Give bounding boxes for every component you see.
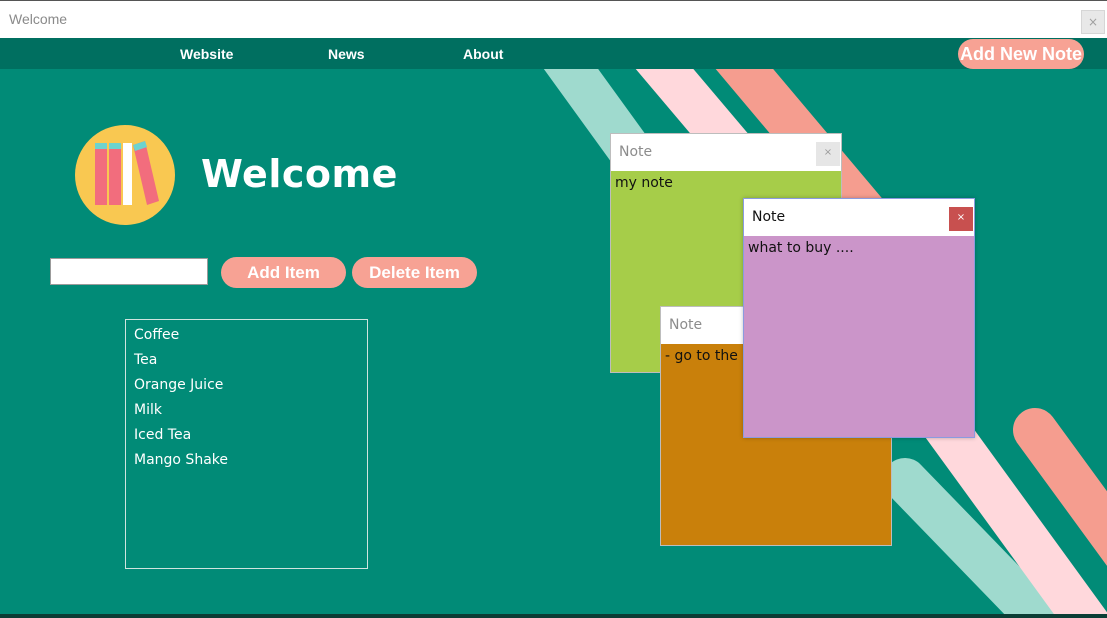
note-title: Note [619, 144, 653, 160]
window-title: Welcome [9, 11, 68, 27]
bottom-strip [0, 614, 1107, 618]
nav-link-website[interactable]: Website [180, 46, 233, 62]
note-title: Note [752, 209, 786, 225]
list-item[interactable]: Coffee [126, 325, 367, 350]
note-title: Note [669, 317, 703, 333]
page-title: Welcome [201, 152, 398, 196]
book-3 [123, 143, 132, 205]
book-1-top [95, 143, 107, 149]
list-item[interactable]: Iced Tea [126, 425, 367, 450]
item-listbox[interactable]: Coffee Tea Orange Juice Milk Iced Tea Ma… [125, 319, 368, 569]
nav-link-news[interactable]: News [328, 46, 365, 62]
delete-item-button[interactable]: Delete Item [352, 257, 477, 288]
book-2-top [109, 143, 121, 149]
list-item[interactable]: Mango Shake [126, 450, 367, 475]
item-input[interactable] [50, 258, 208, 285]
note-body[interactable]: what to buy .... [744, 236, 974, 437]
note-header[interactable]: Note × [611, 134, 841, 171]
note-close-button[interactable]: × [816, 142, 840, 166]
navbar: Website News About [0, 38, 1107, 69]
sticky-note-active[interactable]: Note × what to buy .... [743, 198, 975, 438]
book-2 [109, 143, 121, 205]
list-item[interactable]: Orange Juice [126, 375, 367, 400]
window-close-button[interactable]: × [1081, 10, 1105, 34]
note-header[interactable]: Note × [744, 199, 974, 236]
add-new-note-button[interactable]: Add New Note [958, 39, 1084, 69]
window-titlebar: Welcome × [0, 0, 1107, 38]
book-1 [95, 143, 107, 205]
book-4 [133, 141, 159, 205]
list-item[interactable]: Tea [126, 350, 367, 375]
list-item[interactable]: Milk [126, 400, 367, 425]
add-item-button[interactable]: Add Item [221, 257, 346, 288]
app-window: Welcome × Website News About Add New Not… [0, 0, 1107, 618]
books-icon [75, 125, 175, 225]
note-close-button[interactable]: × [949, 207, 973, 231]
nav-link-about[interactable]: About [463, 46, 503, 62]
books-logo-graphic [95, 141, 159, 205]
